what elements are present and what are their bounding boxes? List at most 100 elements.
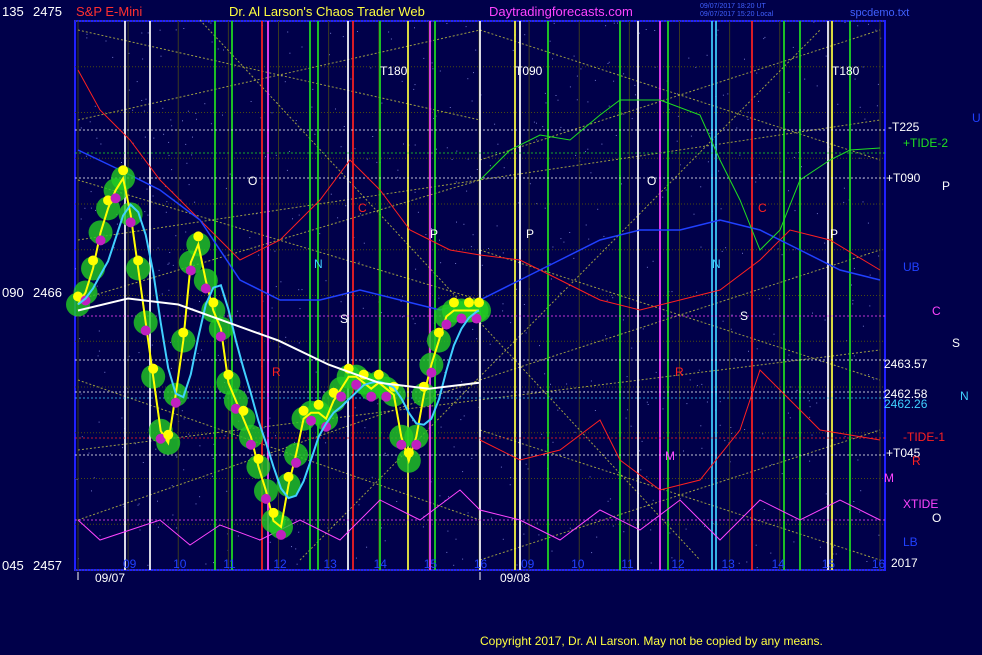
star-dot (152, 195, 154, 197)
price-marker-label: T180 (832, 64, 860, 78)
right-level-label: 2462.26 (884, 397, 928, 411)
star-dot (98, 330, 100, 332)
hour-tick-label: 14 (374, 557, 388, 571)
star-dot (455, 263, 457, 264)
star-dot (768, 298, 770, 300)
star-dot (237, 310, 239, 312)
star-dot (171, 125, 173, 127)
hour-tick-label: 15 (822, 557, 836, 571)
star-dot (414, 191, 416, 193)
star-dot (363, 242, 365, 244)
star-dot (844, 22, 846, 23)
star-dot (81, 436, 83, 438)
star-dot (868, 374, 870, 375)
star-dot (330, 193, 332, 195)
star-dot (878, 534, 880, 536)
star-dot (98, 421, 100, 423)
star-dot (722, 320, 724, 322)
star-dot (292, 218, 293, 220)
star-dot (605, 25, 607, 27)
star-dot (414, 144, 416, 146)
star-dot (555, 95, 557, 96)
right-level-label: XTIDE (903, 497, 938, 511)
star-dot (165, 211, 167, 213)
star-dot (801, 166, 802, 168)
star-dot (105, 40, 107, 42)
star-dot (192, 136, 193, 138)
star-dot (275, 286, 277, 288)
star-dot (696, 291, 698, 293)
star-dot (877, 83, 879, 85)
star-dot (677, 115, 679, 117)
star-dot (690, 135, 692, 137)
star-dot (605, 335, 606, 337)
timestamp-ut: 09/07/2017 18:20 UT (700, 3, 766, 10)
star-dot (875, 29, 877, 31)
star-dot (99, 535, 101, 537)
right-letter: LB (903, 535, 918, 549)
star-dot (781, 473, 783, 475)
star-dot (804, 78, 806, 80)
star-dot (594, 79, 596, 81)
star-dot (569, 232, 571, 233)
star-dot (835, 553, 837, 555)
star-dot (171, 169, 173, 171)
price-high-dot (268, 507, 279, 518)
star-dot (647, 404, 649, 405)
star-dot (163, 133, 165, 135)
star-dot (811, 434, 813, 436)
star-dot (585, 224, 587, 226)
star-dot (271, 307, 273, 309)
star-dot (195, 503, 197, 505)
star-dot (524, 34, 526, 36)
star-dot (89, 121, 91, 123)
star-dot (453, 446, 455, 448)
star-dot (787, 412, 789, 414)
star-dot (773, 333, 775, 335)
price-low-dot (366, 391, 377, 402)
star-dot (819, 546, 821, 548)
star-dot (490, 517, 492, 519)
star-dot (627, 409, 629, 411)
star-dot (157, 500, 158, 502)
star-dot (792, 46, 794, 48)
price-marker-label: T180 (380, 64, 408, 78)
hour-tick-label: 11 (621, 557, 634, 571)
star-dot (615, 135, 617, 136)
star-dot (371, 476, 373, 478)
star-dot (631, 347, 633, 349)
price-high-dot (298, 405, 309, 416)
star-dot (170, 341, 172, 343)
star-dot (853, 267, 855, 269)
hour-tick-label: 12 (273, 557, 287, 571)
star-dot (707, 161, 709, 163)
star-dot (110, 453, 111, 455)
site-link[interactable]: Daytradingforecasts.com (489, 4, 633, 19)
price-high-dot (118, 165, 129, 176)
star-dot (606, 299, 608, 301)
star-dot (481, 264, 483, 266)
star-dot (608, 105, 610, 107)
price-high-dot (253, 453, 264, 464)
star-dot (553, 22, 555, 24)
star-dot (275, 154, 277, 156)
star-dot (128, 355, 130, 357)
star-dot (291, 546, 292, 548)
star-dot (171, 367, 172, 369)
star-dot (698, 369, 700, 371)
star-dot (560, 126, 562, 128)
star-dot (311, 106, 313, 108)
star-dot (195, 112, 197, 114)
star-dot (167, 263, 169, 265)
star-dot (573, 55, 575, 57)
star-dot (141, 100, 143, 101)
star-dot (763, 509, 765, 510)
star-dot (162, 107, 164, 109)
star-dot (172, 264, 174, 266)
star-dot (364, 427, 366, 429)
star-dot (142, 462, 144, 463)
star-dot (183, 418, 185, 420)
star-dot (472, 328, 474, 330)
star-dot (417, 211, 419, 213)
star-dot (635, 94, 636, 96)
